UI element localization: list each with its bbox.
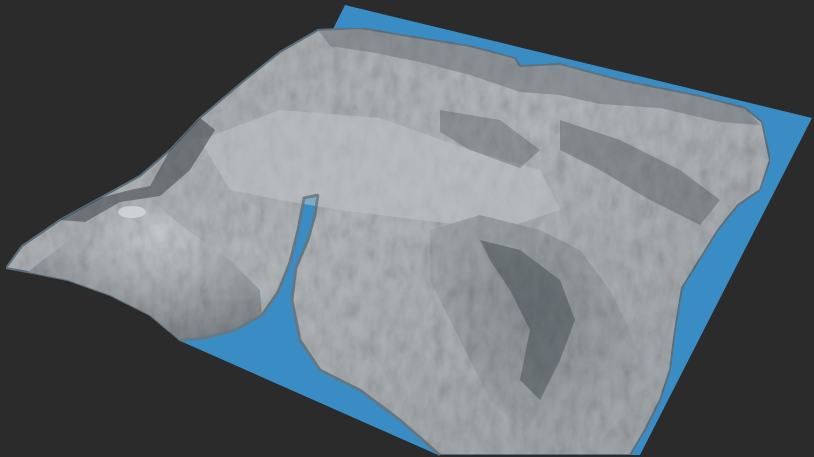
terrain-render: [4, 5, 812, 457]
volcano-crater: [118, 206, 146, 218]
terrain-viewport[interactable]: [0, 0, 814, 457]
